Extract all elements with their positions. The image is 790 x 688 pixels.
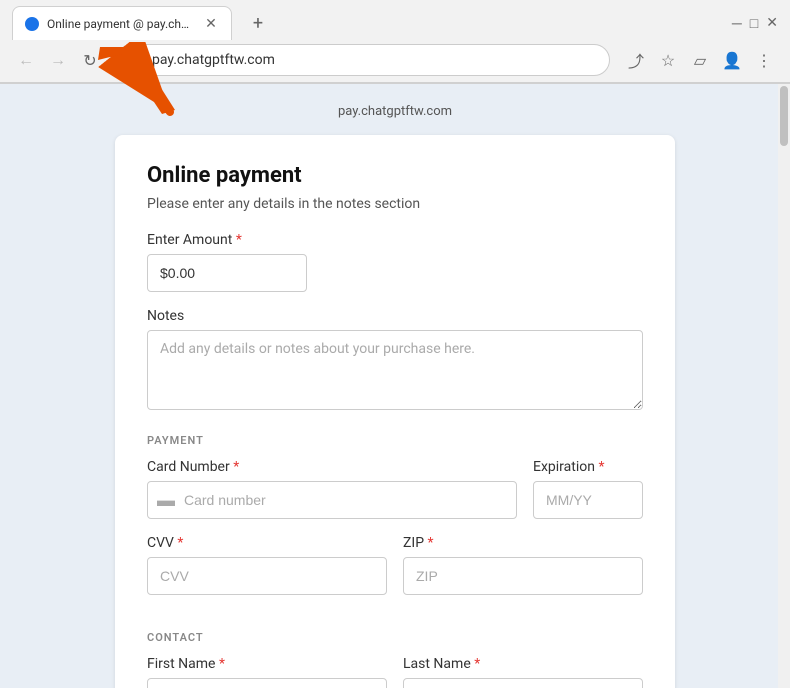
page-title: Online payment — [147, 163, 643, 188]
nav-buttons: ← → ↻ — [12, 46, 104, 74]
tab-favicon — [25, 17, 39, 31]
first-name-field-group: First Name * — [147, 656, 387, 688]
maximize-button[interactable]: □ — [750, 15, 758, 32]
bookmark-button[interactable]: ☆ — [654, 46, 682, 74]
card-number-label: Card Number * — [147, 459, 517, 475]
reader-button[interactable]: ▱ — [686, 46, 714, 74]
title-bar: Online payment @ pay.chatgptftw ✕ + ─ □ … — [0, 0, 790, 38]
minimize-button[interactable]: ─ — [732, 15, 742, 32]
active-tab[interactable]: Online payment @ pay.chatgptftw ✕ — [12, 6, 232, 40]
toolbar-actions: ⤴ ☆ ▱ 👤 ⋮ — [622, 46, 778, 74]
first-name-required: * — [215, 656, 225, 672]
page-wrapper: 🔍 77 pay.chatgptftw.com Online payment P… — [0, 84, 790, 688]
notes-label: Notes — [147, 308, 643, 324]
new-tab-button[interactable]: + — [244, 9, 272, 37]
contact-section-label: CONTACT — [147, 631, 643, 644]
notes-field-group: Notes — [147, 308, 643, 414]
browser-chrome: Online payment @ pay.chatgptftw ✕ + ─ □ … — [0, 0, 790, 84]
share-button[interactable]: ⤴ — [622, 46, 650, 74]
cvv-required: * — [174, 535, 184, 551]
back-button[interactable]: ← — [12, 46, 40, 74]
expiration-input[interactable] — [533, 481, 643, 519]
cvv-field-group: CVV * — [147, 535, 387, 595]
url-bar[interactable]: 🔒 pay.chatgptftw.com — [116, 44, 610, 76]
card-number-field-group: Card Number * ▬ — [147, 459, 517, 519]
menu-button[interactable]: ⋮ — [750, 46, 778, 74]
page-subtitle: Please enter any details in the notes se… — [147, 196, 643, 212]
scrollbar-thumb[interactable] — [780, 86, 788, 146]
reload-button[interactable]: ↻ — [76, 46, 104, 74]
expiration-field-group: Expiration * — [533, 459, 643, 519]
card-expiry-row: Card Number * ▬ Expiration * — [147, 459, 643, 535]
last-name-label: Last Name * — [403, 656, 643, 672]
last-name-field-group: Last Name * — [403, 656, 643, 688]
form-card: Online payment Please enter any details … — [115, 135, 675, 688]
card-required: * — [230, 459, 240, 475]
zip-field-group: ZIP * — [403, 535, 643, 595]
zip-input[interactable] — [403, 557, 643, 595]
site-header: pay.chatgptftw.com — [115, 104, 675, 119]
amount-label: Enter Amount * — [147, 232, 643, 248]
amount-input[interactable] — [147, 254, 307, 292]
cvv-zip-row: CVV * ZIP * — [147, 535, 643, 611]
forward-button[interactable]: → — [44, 46, 72, 74]
tab-close-button[interactable]: ✕ — [203, 16, 219, 32]
cvv-input[interactable] — [147, 557, 387, 595]
scrollbar[interactable] — [778, 84, 790, 688]
tab-title: Online payment @ pay.chatgptftw — [47, 17, 195, 31]
name-row: First Name * Last Name * — [147, 656, 643, 688]
url-text: pay.chatgptftw.com — [152, 52, 597, 68]
expiry-required: * — [595, 459, 605, 475]
amount-required: * — [232, 232, 242, 248]
page-content: pay.chatgptftw.com Online payment Please… — [95, 84, 695, 688]
first-name-label: First Name * — [147, 656, 387, 672]
amount-field-group: Enter Amount * — [147, 232, 643, 292]
payment-section-label: PAYMENT — [147, 434, 643, 447]
cvv-label: CVV * — [147, 535, 387, 551]
expiration-label: Expiration * — [533, 459, 643, 475]
address-bar: ← → ↻ 🔒 pay.chatgptftw.com ⤴ ☆ ▱ 👤 ⋮ — [0, 38, 790, 83]
zip-required: * — [424, 535, 434, 551]
profile-button[interactable]: 👤 — [718, 46, 746, 74]
card-icon: ▬ — [157, 490, 175, 511]
last-name-required: * — [471, 656, 481, 672]
close-window-button[interactable]: ✕ — [766, 15, 778, 31]
notes-input[interactable] — [147, 330, 643, 410]
lock-icon: 🔒 — [129, 53, 144, 67]
zip-label: ZIP * — [403, 535, 643, 551]
card-number-input[interactable] — [147, 481, 517, 519]
card-input-wrapper: ▬ — [147, 481, 517, 519]
